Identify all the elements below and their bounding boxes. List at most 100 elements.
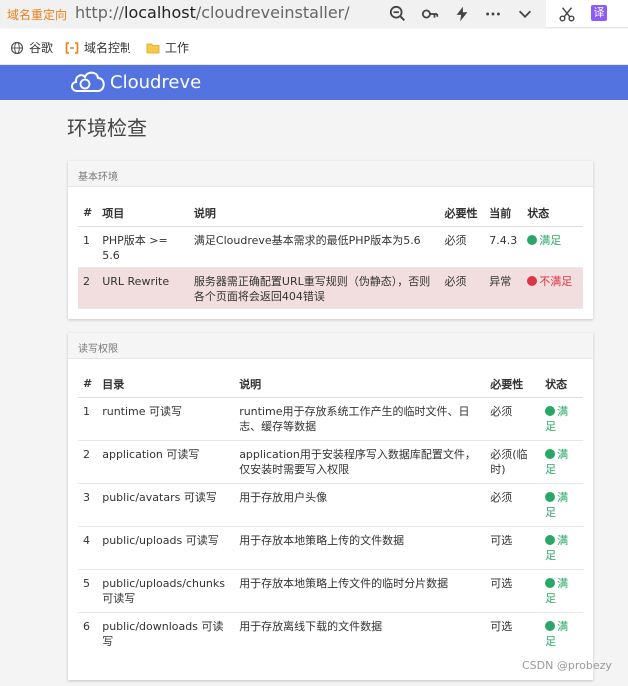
table-row: 1 PHP版本 >= 5.6 满足Cloudreve基本需求的最低PHP版本为5… (78, 226, 583, 268)
status-bad: 不满足 (522, 267, 583, 309)
url-field[interactable]: 域名重定向 http://localhost/cloudreveinstalle… (0, 0, 546, 28)
key-icon[interactable] (420, 4, 440, 24)
cell-desc: 服务器需正确配置URL重写规则（伪静态），否则各个页面将会返回404错误 (188, 267, 440, 309)
status-ok: 满足 (522, 226, 583, 268)
table-row: 1 runtime 可读写 runtime用于存放系统工作产生的临时文件、日志、… (78, 397, 583, 441)
cell-dir: application 可读写 (97, 440, 235, 484)
url-text[interactable]: http://localhost/cloudreveinstaller/ (75, 3, 350, 22)
bookmark-label: 谷歌 (29, 41, 54, 55)
cell-desc: 满足Cloudreve基本需求的最低PHP版本为5.6 (188, 226, 440, 268)
cell-index: 6 (83, 619, 90, 633)
watermark: CSDN @probezy (522, 659, 612, 672)
cell-desc: application用于安装程序写入数据库配置文件，仅安装时需要写入权限 (234, 440, 486, 484)
col-header: 项目 (97, 200, 189, 227)
col-header: 说明 (234, 371, 486, 398)
cell-required: 可选 (485, 569, 541, 613)
cell-required: 必须 (439, 267, 485, 309)
cell-dir: public/downloads 可读写 (102, 619, 224, 648)
url-host: localhost (124, 3, 196, 22)
cell-dir: runtime 可读写 (97, 397, 235, 441)
status-ok: 满足 (540, 569, 583, 613)
lightning-icon[interactable] (452, 4, 472, 24)
bracket-icon (65, 41, 79, 54)
col-header: 必要性 (439, 200, 485, 227)
cell-desc: runtime用于存放系统工作产生的临时文件、日志、缓存等数据 (234, 397, 486, 441)
col-header: 说明 (188, 200, 440, 227)
chevron-down-icon[interactable] (515, 4, 535, 24)
col-header: 状态 (540, 371, 583, 398)
cell-index: 5 (78, 569, 98, 613)
table-header-row: # 目录 说明 必要性 状态 (78, 371, 583, 398)
redirect-label[interactable]: 域名重定向 (7, 6, 67, 23)
folder-icon (146, 43, 160, 53)
table-row: 2 URL Rewrite 服务器需正确配置URL重写规则（伪静态），否则各个页… (78, 267, 583, 309)
address-bar: 域名重定向 http://localhost/cloudreveinstalle… (0, 0, 628, 28)
table-row: 4 public/uploads 可读写 用于存放本地策略上传的文件数据 可选 … (78, 526, 583, 570)
cell-required: 必须(临时) (485, 440, 541, 484)
check-circle-icon (545, 491, 556, 502)
table-row: 5 public/uploads/chunks 可读写 用于存放本地策略上传文件… (78, 569, 583, 613)
cell-desc: 用于存放本地策略上传的文件数据 (234, 526, 486, 570)
bookmark-label: 工作 (165, 41, 190, 55)
bookmark-domain-control[interactable]: 域名控制 (65, 39, 130, 56)
check-circle-icon (545, 577, 556, 588)
cell-current: 7.4.3 (484, 226, 523, 268)
logo-text: Cloudreve (110, 71, 202, 93)
bookmark-work[interactable]: 工作 (146, 39, 189, 56)
translate-button[interactable]: 译 (591, 5, 607, 21)
cell-required: 必须 (485, 397, 541, 441)
card-title: 读写权限 (68, 333, 593, 359)
cell-index: 2 (78, 267, 98, 309)
status-ok: 满足 (540, 440, 583, 484)
status-text: 不满足 (539, 274, 573, 288)
table-header-row: # 项目 说明 必要性 当前 状态 (78, 200, 583, 227)
cell-index: 3 (78, 483, 98, 527)
col-header: 状态 (522, 200, 583, 227)
table-row: 2 application 可读写 application用于安装程序写入数据库… (78, 440, 583, 484)
url-scheme: http:// (75, 3, 125, 22)
status-ok: 满足 (540, 526, 583, 570)
zoom-out-icon[interactable] (388, 4, 408, 24)
scissors-icon[interactable] (557, 4, 577, 24)
cell-required: 必须 (439, 226, 485, 268)
url-path: /cloudreveinstaller/ (195, 3, 350, 22)
cell-item: URL Rewrite (97, 267, 189, 309)
cell-current: 异常 (484, 267, 523, 309)
col-header: # (78, 200, 98, 227)
basic-env-table: # 项目 说明 必要性 当前 状态 1 PHP版本 >= 5.6 满足Cloud… (78, 200, 583, 309)
cell-dir: public/avatars 可读写 (97, 483, 235, 527)
globe-icon (10, 41, 24, 54)
cell-index: 1 (78, 226, 98, 268)
check-circle-icon (527, 234, 538, 245)
cell-dir: public/uploads/chunks 可读写 (97, 569, 235, 613)
cell-required: 可选 (485, 526, 541, 570)
cell-index: 4 (78, 526, 98, 570)
cell-index: 1 (78, 397, 98, 441)
cell-dir: public/uploads 可读写 (97, 526, 235, 570)
bookmarks-bar: 谷歌 域名控制 工作 (0, 29, 628, 65)
status-ok: 满足 (540, 397, 583, 441)
cloudreve-logo[interactable]: Cloudreve (68, 67, 201, 97)
cell-desc: 用于存放本地策略上传文件的临时分片数据 (234, 569, 486, 613)
check-circle-icon (545, 620, 556, 631)
check-circle-icon (545, 448, 556, 459)
status-ok: 满足 (540, 612, 583, 655)
permissions-table: # 目录 说明 必要性 状态 1 runtime 可读写 runtime用于存放… (78, 371, 583, 655)
permissions-card: 读写权限 # 目录 说明 必要性 状态 1 runtime 可读写 runtim… (68, 333, 593, 680)
bookmark-google[interactable]: 谷歌 (10, 39, 53, 56)
app-header: Cloudreve (0, 65, 628, 100)
check-circle-icon (545, 405, 556, 416)
col-header: 必要性 (485, 371, 541, 398)
col-header: 当前 (484, 200, 523, 227)
table-row: 6 public/downloads 可读写 用于存放离线下载的文件数据 可选 … (78, 612, 583, 655)
card-title: 基本环境 (68, 161, 593, 187)
col-header: 目录 (97, 371, 235, 398)
status-text: 满足 (539, 233, 562, 247)
more-icon[interactable] (483, 4, 503, 24)
cell-desc: 用于存放用户头像 (234, 483, 486, 527)
basic-env-card: 基本环境 # 项目 说明 必要性 当前 状态 1 PHP版本 >= 5.6 满足… (68, 161, 593, 319)
page-title: 环境检查 (67, 116, 147, 140)
cloud-icon (71, 71, 105, 92)
check-circle-icon (545, 534, 556, 545)
error-circle-icon (527, 275, 538, 286)
